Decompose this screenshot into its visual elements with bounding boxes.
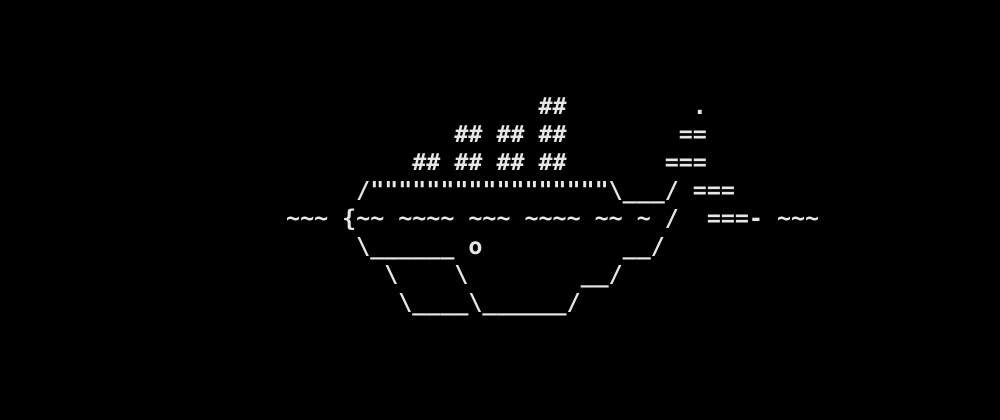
terminal-window: ## . ## ## ## == ## ## ## ## === /""""""… bbox=[0, 0, 1000, 420]
ascii-line-7: \ \ __/ bbox=[258, 261, 623, 288]
ascii-line-4: /"""""""""""""""""\___/ === bbox=[258, 177, 735, 204]
ascii-line-5: ~~~ {~~ ~~~~ ~~~ ~~~~ ~~ ~ / ===- ~~~ bbox=[258, 205, 820, 232]
docker-whale-ascii-art: ## . ## ## ## == ## ## ## ## === /""""""… bbox=[258, 93, 819, 317]
ascii-line-6: \______ o __/ bbox=[258, 233, 665, 260]
ascii-line-2: ## ## ## == bbox=[258, 121, 707, 148]
ascii-line-1: ## . bbox=[258, 93, 707, 120]
ascii-line-8: \____\______/ bbox=[258, 289, 581, 316]
ascii-line-3: ## ## ## ## === bbox=[258, 149, 707, 176]
